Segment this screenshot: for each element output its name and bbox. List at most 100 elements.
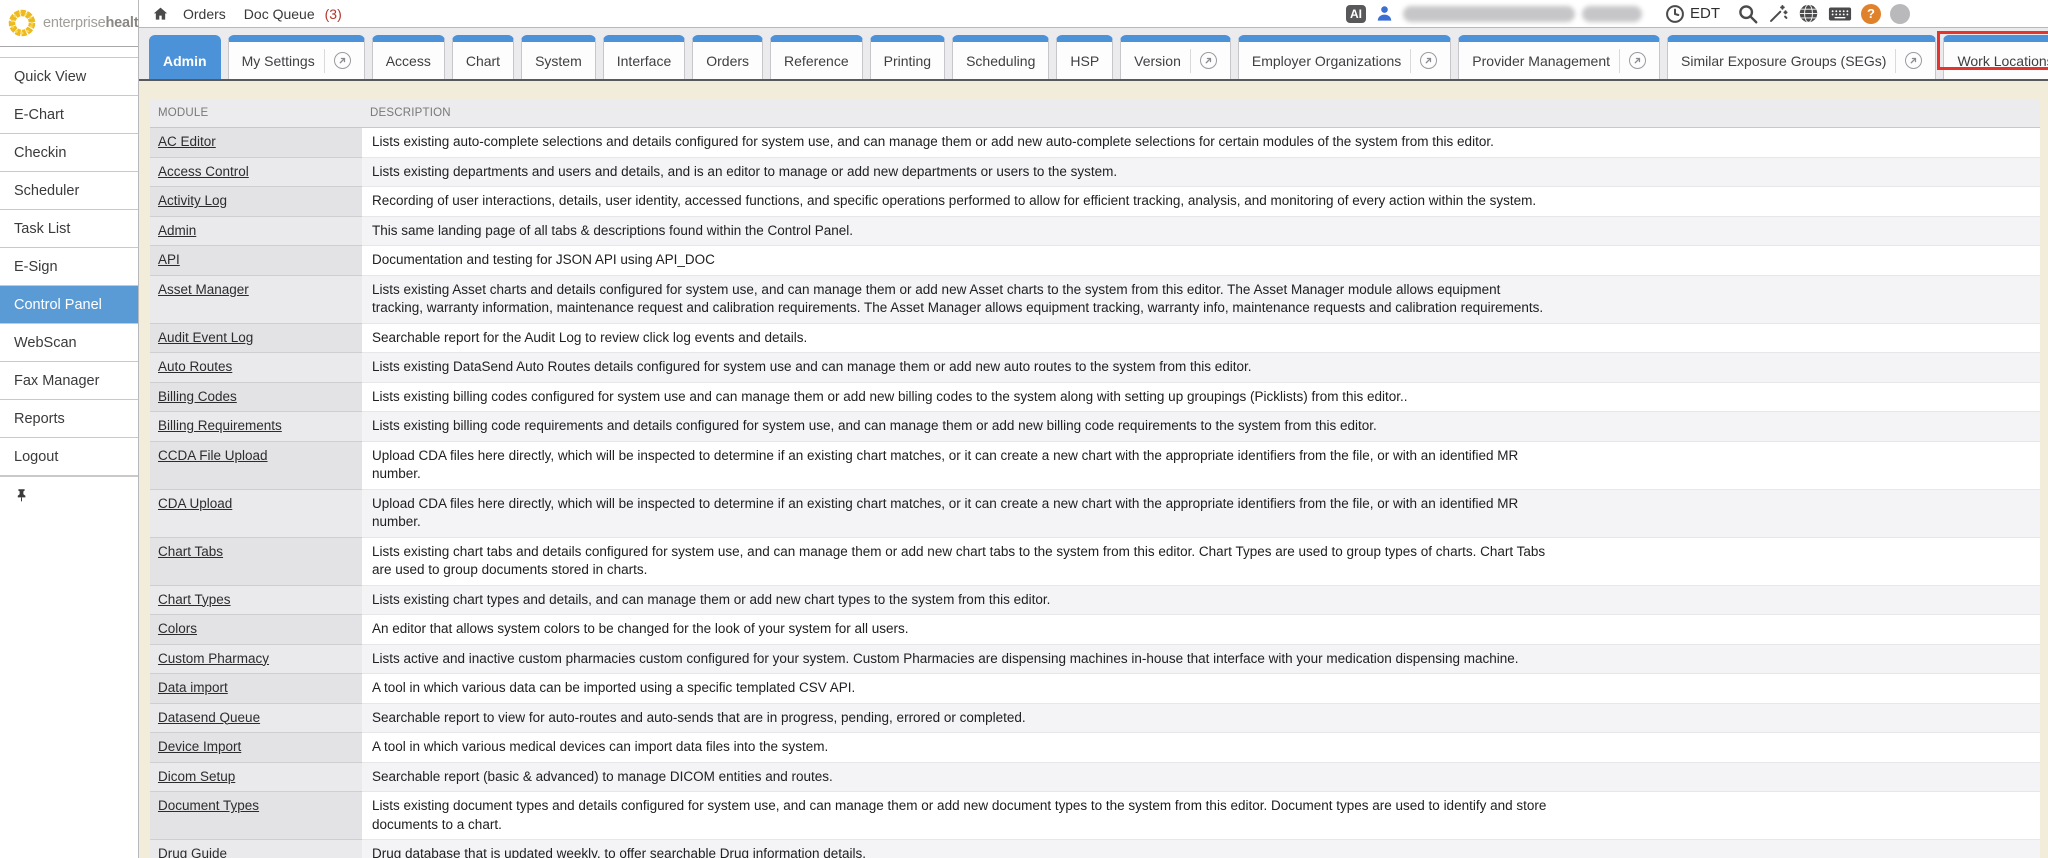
module-link[interactable]: CDA Upload [158,496,232,511]
module-link[interactable]: Colors [158,621,197,636]
module-description: Searchable report for the Audit Log to r… [372,329,1552,348]
tab-chart[interactable]: Chart [452,35,514,79]
tab-interface[interactable]: Interface [603,35,685,79]
tab-access[interactable]: Access [372,35,445,79]
sidebar-item-reports[interactable]: Reports [0,399,138,437]
content-area: MODULE DESCRIPTION AC Editor Lists exist… [139,81,2048,858]
tab-system[interactable]: System [521,35,596,79]
description-cell: This same landing page of all tabs & des… [362,217,2040,247]
breadcrumb-orders[interactable]: Orders [183,6,226,22]
description-cell: Searchable report for the Audit Log to r… [362,324,2040,354]
search-icon[interactable] [1737,3,1759,25]
external-link-icon[interactable] [334,52,351,69]
tab-provider-management[interactable]: Provider Management [1458,35,1660,79]
globe-icon[interactable] [1798,3,1819,24]
module-link[interactable]: Chart Types [158,592,231,607]
tab-label: Version [1134,53,1181,69]
tab-label: Chart [466,53,500,69]
sidebar-item-e-sign[interactable]: E-Sign [0,247,138,285]
module-link[interactable]: Datasend Queue [158,710,260,725]
description-cell: A tool in which various medical devices … [362,733,2040,763]
sidebar-item-e-chart[interactable]: E-Chart [0,95,138,133]
module-link[interactable]: Access Control [158,164,249,179]
tab-label: Employer Organizations [1252,53,1401,69]
module-link[interactable]: Activity Log [158,193,227,208]
tab-printing[interactable]: Printing [870,35,945,79]
table-row: Colors An editor that allows system colo… [150,615,2040,645]
sidebar-item-checkin[interactable]: Checkin [0,133,138,171]
sidebar-item-logout[interactable]: Logout [0,437,138,475]
home-button[interactable] [152,6,169,22]
module-link[interactable]: Audit Event Log [158,330,253,345]
module-link[interactable]: Drug Guide [158,846,227,858]
module-description: A tool in which various data can be impo… [372,679,1552,698]
tab-scheduling[interactable]: Scheduling [952,35,1049,79]
module-link[interactable]: AC Editor [158,134,216,149]
module-link[interactable]: API [158,252,180,267]
tab-my-settings[interactable]: My Settings [228,35,365,79]
tab-reference[interactable]: Reference [770,35,863,79]
tab-hsp[interactable]: HSP [1056,35,1113,79]
description-cell: Upload CDA files here directly, which wi… [362,490,2040,538]
module-link[interactable]: Custom Pharmacy [158,651,269,666]
module-cell: Activity Log [150,187,362,217]
module-table: MODULE DESCRIPTION AC Editor Lists exist… [150,99,2040,858]
module-description: Lists existing chart tabs and details co… [372,543,1552,580]
ai-badge[interactable]: AI [1346,5,1366,23]
external-link-icon[interactable] [1629,52,1646,69]
sidebar-item-label: Logout [14,449,58,465]
module-cell: Chart Types [150,586,362,616]
description-cell: Lists existing auto-complete selections … [362,128,2040,158]
module-link[interactable]: Document Types [158,798,259,813]
sidebar-item-webscan[interactable]: WebScan [0,323,138,361]
top-bar-icons: AI EDT [1346,3,1910,25]
keyboard-icon[interactable] [1828,4,1852,24]
module-link[interactable]: Admin [158,223,196,238]
avatar[interactable] [1890,4,1910,24]
module-link[interactable]: Auto Routes [158,359,232,374]
pin-button[interactable] [0,476,138,514]
tab-external-divider [1619,49,1646,73]
module-link[interactable]: Data import [158,680,228,695]
module-description: Lists existing document types and detail… [372,797,1552,834]
external-link-icon[interactable] [1420,52,1437,69]
table-row: Auto Routes Lists existing DataSend Auto… [150,353,2040,383]
table-row: Billing Requirements Lists existing bill… [150,412,2040,442]
sidebar-item-fax-manager[interactable]: Fax Manager [0,361,138,399]
module-cell: Document Types [150,792,362,840]
tab-label: Similar Exposure Groups (SEGs) [1681,53,1886,69]
module-link[interactable]: Chart Tabs [158,544,223,559]
clock-icon[interactable] [1665,4,1685,24]
top-bar: Orders Doc Queue(3) AI [139,0,2048,28]
module-cell: Colors [150,615,362,645]
module-link[interactable]: Billing Codes [158,389,237,404]
breadcrumb-doc-queue[interactable]: Doc Queue(3) [244,6,342,22]
external-link-icon[interactable] [1200,52,1217,69]
sidebar-item-quick-view[interactable]: Quick View [0,57,138,95]
module-link[interactable]: Device Import [158,739,241,754]
module-description: A tool in which various medical devices … [372,738,1552,757]
tab-similar-exposure-groups-segs[interactable]: Similar Exposure Groups (SEGs) [1667,35,1936,79]
tab-label: My Settings [242,53,315,69]
module-link[interactable]: CCDA File Upload [158,448,268,463]
module-cell: Dicom Setup [150,763,362,793]
module-link[interactable]: Asset Manager [158,282,249,297]
wand-icon[interactable] [1768,3,1789,24]
sidebar-item-task-list[interactable]: Task List [0,209,138,247]
module-link[interactable]: Dicom Setup [158,769,235,784]
sidebar-item-scheduler[interactable]: Scheduler [0,171,138,209]
tab-orders[interactable]: Orders [692,35,763,79]
app-logo[interactable]: enterprisehealth [0,0,138,47]
table-header: MODULE DESCRIPTION [150,99,2040,128]
help-icon[interactable]: ? [1861,4,1881,24]
module-link[interactable]: Billing Requirements [158,418,282,433]
tab-version[interactable]: Version [1120,35,1231,79]
sidebar-item-label: Task List [14,221,70,237]
module-description: An editor that allows system colors to b… [372,620,1552,639]
external-link-icon[interactable] [1905,52,1922,69]
tab-employer-organizations[interactable]: Employer Organizations [1238,35,1451,79]
tab-admin[interactable]: Admin [149,35,221,79]
user-icon[interactable] [1375,4,1394,23]
sidebar-item-control-panel[interactable]: Control Panel [0,285,138,323]
tab-work-locations[interactable]: Work Locations [1943,35,2048,79]
